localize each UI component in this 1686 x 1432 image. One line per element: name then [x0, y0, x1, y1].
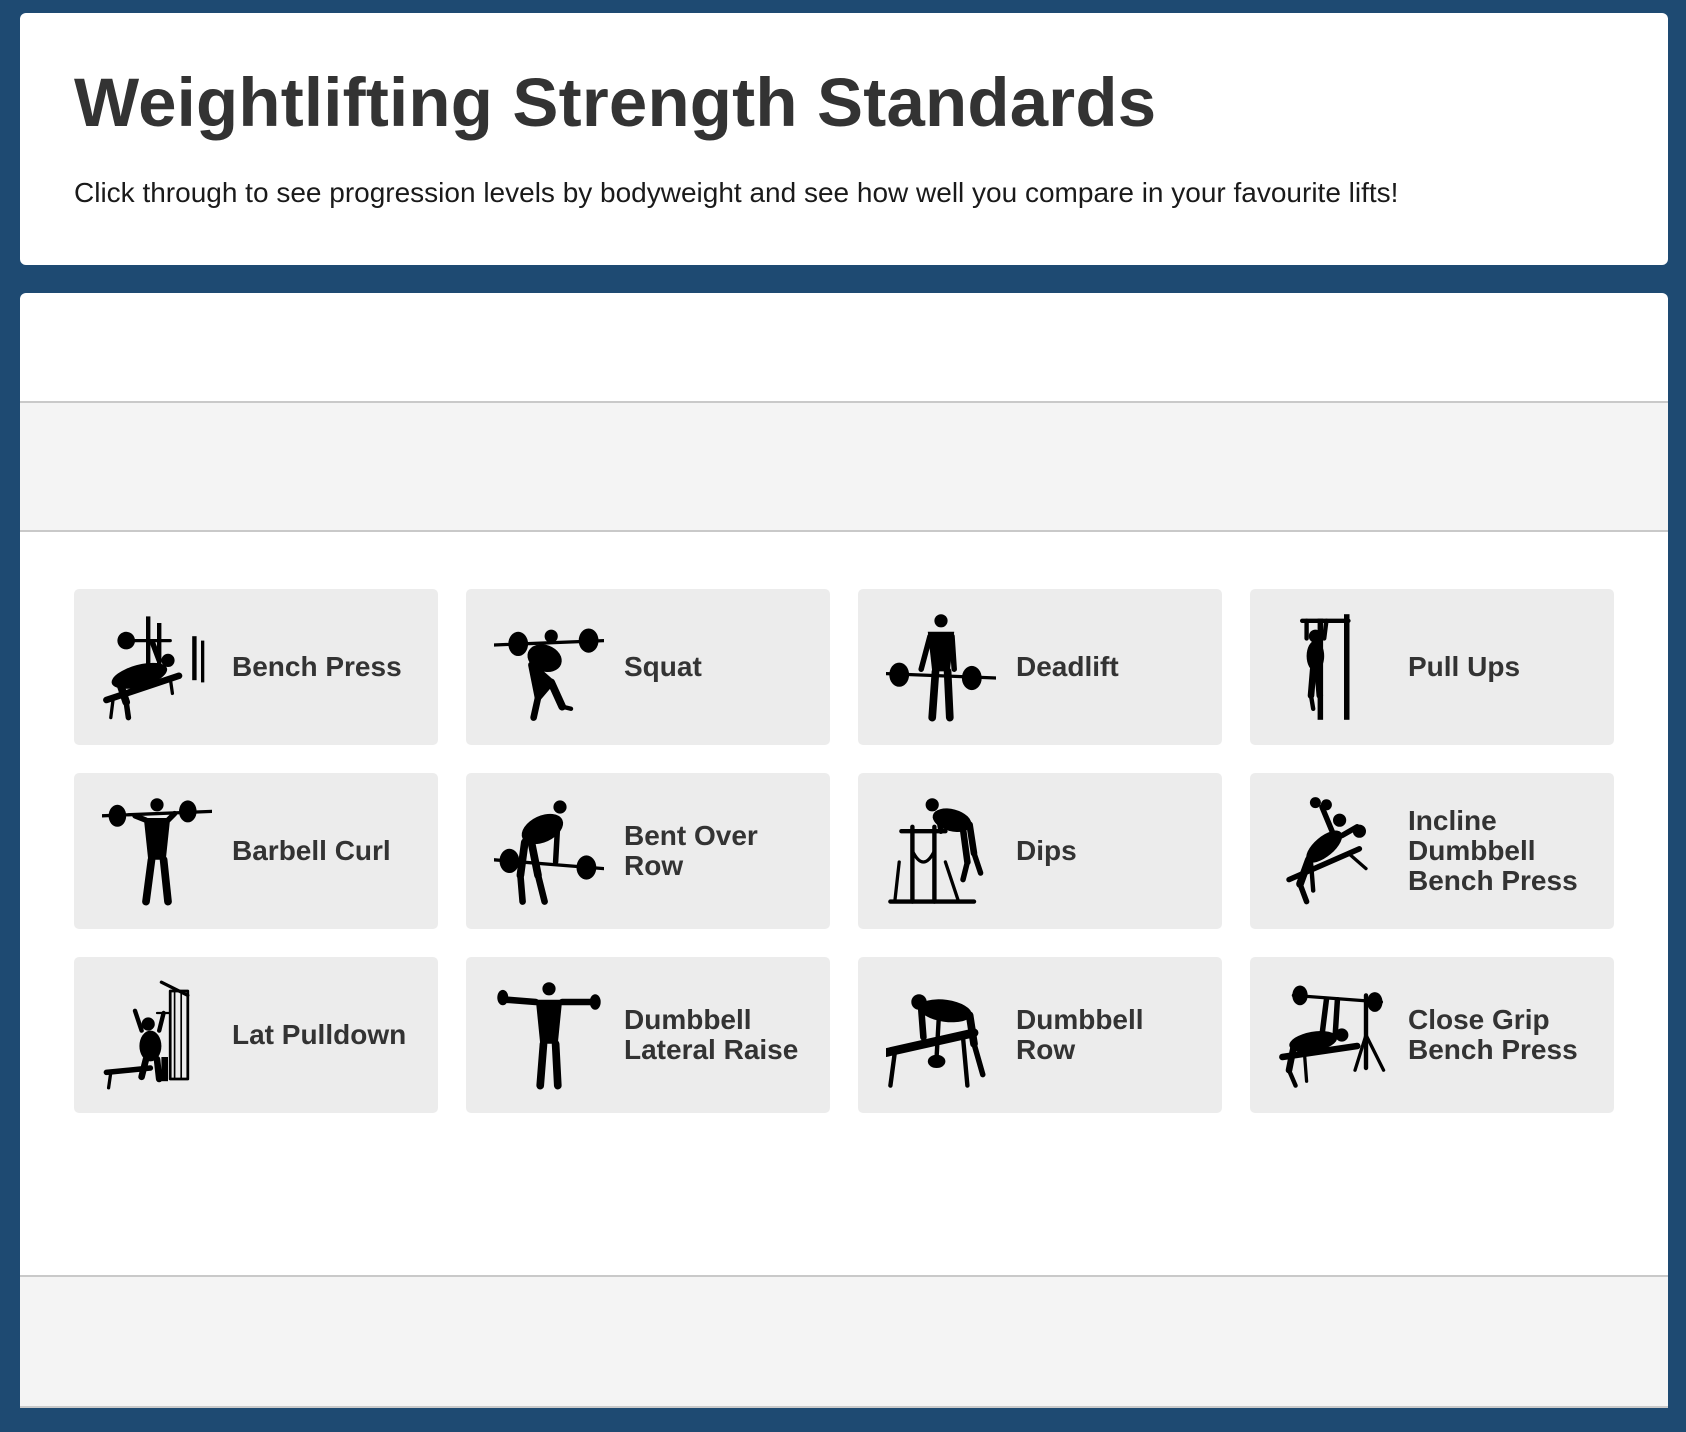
- lift-label: Pull Ups: [1408, 651, 1521, 682]
- bench-press-icon: [103, 616, 205, 721]
- lift-card-barbell-curl[interactable]: Barbell Curl: [74, 773, 438, 929]
- lift-label: Incline Dumbbell Bench Press: [1408, 805, 1578, 896]
- close-grip-bench-press-icon: [1279, 985, 1386, 1088]
- lift-label: Close Grip Bench Press: [1408, 1004, 1578, 1065]
- lift-card-dumbbell-row[interactable]: Dumbbell Row: [858, 957, 1222, 1113]
- lift-label: Dumbbell Lateral Raise: [624, 1004, 799, 1065]
- lift-card-close-grip-bench-press[interactable]: Close Grip Bench Press: [1250, 957, 1614, 1113]
- lift-grid: Bench Press Squat Deadlift Pull Ups Barb…: [74, 589, 1620, 1113]
- lift-label: Bent Over Row: [624, 820, 758, 881]
- lift-label: Lat Pulldown: [232, 1019, 407, 1050]
- squat-icon: [494, 628, 604, 721]
- dumbbell-lateral-raise-icon: [497, 982, 601, 1090]
- lift-card-bench-press[interactable]: Bench Press: [74, 589, 438, 745]
- deadlift-icon: [886, 614, 996, 722]
- lift-card-bent-over-row[interactable]: Bent Over Row: [466, 773, 830, 929]
- lift-card-squat[interactable]: Squat: [466, 589, 830, 745]
- dips-icon: [888, 798, 984, 904]
- lift-label: Bench Press: [232, 651, 402, 682]
- lift-label: Dumbbell Row: [1016, 1004, 1144, 1065]
- barbell-curl-icon: [102, 798, 212, 906]
- lift-card-incline-dumbbell-bench-press[interactable]: Incline Dumbbell Bench Press: [1250, 773, 1614, 929]
- lift-label: Dips: [1016, 835, 1077, 866]
- pull-ups-icon: [1300, 614, 1351, 720]
- bent-over-row-icon: [494, 800, 604, 905]
- page-subtitle: Click through to see progression levels …: [74, 176, 1399, 208]
- top-band: [20, 401, 1668, 532]
- lift-card-dumbbell-lateral-raise[interactable]: Dumbbell Lateral Raise: [466, 957, 830, 1113]
- header-card: Weightlifting Strength Standards Click t…: [20, 13, 1668, 265]
- lift-card-lat-pulldown[interactable]: Lat Pulldown: [74, 957, 438, 1113]
- main-card: Bench Press Squat Deadlift Pull Ups Barb…: [20, 293, 1668, 1408]
- lift-label: Barbell Curl: [232, 835, 391, 866]
- lift-card-dips[interactable]: Dips: [858, 773, 1222, 929]
- bottom-band: [20, 1275, 1668, 1408]
- lift-card-pull-ups[interactable]: Pull Ups: [1250, 589, 1614, 745]
- page-title: Weightlifting Strength Standards: [74, 64, 1157, 141]
- lat-pulldown-icon: [103, 980, 190, 1090]
- lift-card-deadlift[interactable]: Deadlift: [858, 589, 1222, 745]
- dumbbell-row-icon: [886, 994, 986, 1088]
- incline-dumbbell-bench-press-icon: [1286, 797, 1368, 905]
- lift-label: Squat: [624, 651, 702, 682]
- lift-label: Deadlift: [1016, 651, 1119, 682]
